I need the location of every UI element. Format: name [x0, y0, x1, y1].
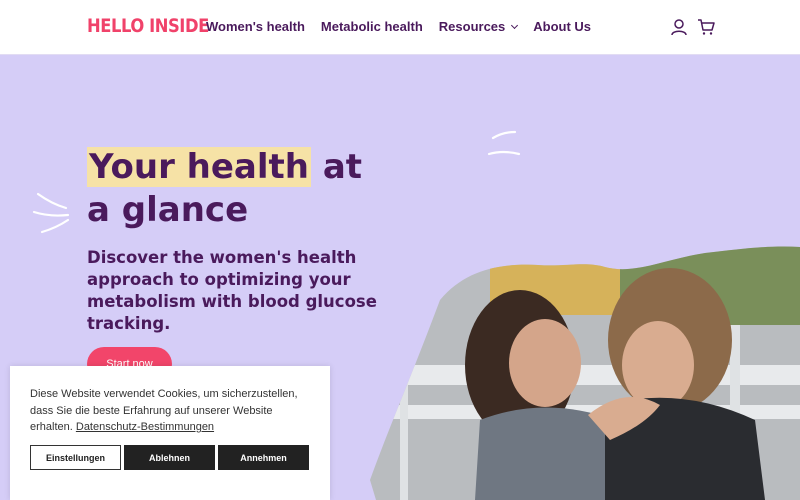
nav-label: Resources [438, 19, 506, 34]
decorative-swoosh-left [32, 192, 70, 234]
cookie-buttons: Einstellungen Ablehnen Annehmen [30, 445, 312, 470]
cart-icon[interactable] [697, 18, 715, 36]
hero-photo [370, 246, 800, 500]
cookie-settings-button[interactable]: Einstellungen [30, 445, 121, 470]
hero-title-highlight: Your health [87, 147, 311, 187]
cookie-banner: Diese Website verwendet Cookies, um sich… [10, 366, 330, 500]
privacy-policy-link[interactable]: Datenschutz-Bestimmungen [76, 421, 214, 433]
brand-logo[interactable]: HELLO INSIDE [87, 15, 209, 37]
chevron-down-icon [511, 21, 519, 29]
site-header: HELLO INSIDE Women's health Metabolic he… [0, 0, 800, 55]
nav-metabolic-health[interactable]: Metabolic health [321, 19, 423, 34]
hero-title: Your health at a glance [87, 146, 387, 232]
nav-label: About Us [533, 19, 592, 34]
nav-label: Metabolic health [320, 19, 423, 34]
cookie-accept-button[interactable]: Annehmen [218, 445, 309, 470]
cookie-message: Diese Website verwendet Cookies, um sich… [30, 386, 315, 436]
decorative-swoosh-right [487, 130, 521, 156]
cookie-decline-button[interactable]: Ablehnen [124, 445, 215, 470]
hero-subtitle: Discover the women's health approach to … [87, 248, 377, 333]
nav-resources[interactable]: Resources [438, 19, 519, 34]
nav-about-us[interactable]: About Us [533, 19, 591, 34]
nav-womens-health[interactable]: Women's health [206, 19, 305, 34]
main-nav: Women's health Metabolic health Resource… [206, 19, 607, 34]
header-icons [670, 18, 724, 36]
nav-label: Women's health [206, 19, 305, 34]
account-icon[interactable] [670, 18, 688, 36]
